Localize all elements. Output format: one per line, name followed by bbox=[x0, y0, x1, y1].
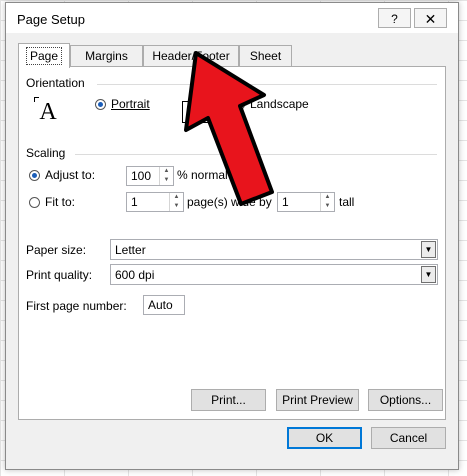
help-button[interactable]: ? bbox=[378, 8, 411, 28]
print-quality-value: 600 dpi bbox=[115, 268, 155, 282]
ok-button[interactable]: OK bbox=[287, 427, 362, 449]
tab-sheet[interactable]: Sheet bbox=[239, 45, 292, 67]
tab-margins-label: Margins bbox=[85, 49, 128, 63]
scaling-divider bbox=[75, 154, 437, 155]
adjust-to-radio[interactable] bbox=[29, 170, 40, 181]
print-preview-button[interactable]: Print Preview bbox=[276, 389, 359, 411]
portrait-label[interactable]: Portrait bbox=[111, 97, 150, 111]
adjust-suffix: % normal size bbox=[177, 168, 253, 182]
adjust-percent-spinner[interactable]: 100 ▲ ▼ bbox=[126, 166, 174, 186]
fit-to-radio[interactable] bbox=[29, 197, 40, 208]
close-icon: ✕ bbox=[424, 11, 437, 27]
spin-down-icon[interactable]: ▼ bbox=[170, 202, 183, 211]
tab-sheet-label: Sheet bbox=[249, 49, 282, 63]
orientation-heading: Orientation bbox=[26, 76, 85, 90]
fit-wide-value: 1 bbox=[131, 195, 138, 209]
adjust-percent-value: 100 bbox=[131, 169, 152, 183]
tab-header-footer[interactable]: Header/Footer bbox=[143, 45, 239, 67]
page-setup-dialog: Page Setup ? ✕ Page Margins Header/Foote… bbox=[5, 2, 459, 470]
cancel-button[interactable]: Cancel bbox=[371, 427, 446, 449]
print-quality-label: Print quality: bbox=[26, 268, 93, 282]
first-page-number-label: First page number: bbox=[26, 299, 127, 313]
first-page-number-field[interactable]: Auto bbox=[143, 295, 185, 315]
landscape-radio[interactable] bbox=[234, 99, 245, 110]
chevron-down-icon[interactable]: ▼ bbox=[421, 266, 436, 283]
adjust-spin-buttons: ▲ ▼ bbox=[159, 167, 173, 185]
tab-page-label: Page bbox=[25, 47, 63, 65]
paper-size-value: Letter bbox=[115, 243, 146, 257]
screen: Page Setup ? ✕ Page Margins Header/Foote… bbox=[0, 0, 467, 476]
fit-to-label[interactable]: Fit to: bbox=[45, 195, 75, 209]
portrait-label-text: Portrait bbox=[111, 97, 150, 111]
fit-tall-spin-buttons: ▲ ▼ bbox=[320, 193, 334, 211]
page-tab-panel: Orientation A Portrait Landscape Scaling… bbox=[18, 66, 446, 420]
spin-down-icon[interactable]: ▼ bbox=[160, 176, 173, 185]
adjust-to-label[interactable]: Adjust to: bbox=[45, 168, 95, 182]
fit-tall-suffix: tall bbox=[339, 195, 355, 209]
fit-wide-suffix: page(s) wide by bbox=[187, 195, 272, 209]
print-quality-select[interactable]: 600 dpi ▼ bbox=[110, 264, 438, 285]
fit-tall-value: 1 bbox=[282, 195, 289, 209]
spin-up-icon[interactable]: ▲ bbox=[160, 167, 173, 176]
portrait-radio[interactable] bbox=[95, 99, 106, 110]
title-bar: Page Setup ? ✕ bbox=[6, 3, 458, 33]
scaling-heading: Scaling bbox=[26, 146, 66, 160]
spin-up-icon[interactable]: ▲ bbox=[170, 193, 183, 202]
tab-page[interactable]: Page bbox=[18, 43, 70, 68]
print-button[interactable]: Print... bbox=[191, 389, 266, 411]
portrait-page-icon: A bbox=[34, 97, 59, 128]
tab-header-footer-label: Header/Footer bbox=[152, 49, 230, 63]
landscape-page-icon bbox=[182, 101, 210, 123]
spin-up-icon[interactable]: ▲ bbox=[321, 193, 334, 202]
fit-wide-spin-buttons: ▲ ▼ bbox=[169, 193, 183, 211]
tab-margins[interactable]: Margins bbox=[70, 45, 143, 67]
landscape-label[interactable]: Landscape bbox=[250, 97, 309, 111]
close-button[interactable]: ✕ bbox=[414, 8, 447, 28]
chevron-down-icon[interactable]: ▼ bbox=[421, 241, 436, 258]
paper-size-select[interactable]: Letter ▼ bbox=[110, 239, 438, 260]
paper-size-label: Paper size: bbox=[26, 243, 87, 257]
spin-down-icon[interactable]: ▼ bbox=[321, 202, 334, 211]
fit-tall-spinner[interactable]: 1 ▲ ▼ bbox=[277, 192, 335, 212]
fit-wide-spinner[interactable]: 1 ▲ ▼ bbox=[126, 192, 184, 212]
first-page-number-value: Auto bbox=[148, 298, 173, 312]
orientation-divider bbox=[97, 84, 437, 85]
options-button[interactable]: Options... bbox=[368, 389, 443, 411]
dialog-title: Page Setup bbox=[17, 12, 85, 27]
